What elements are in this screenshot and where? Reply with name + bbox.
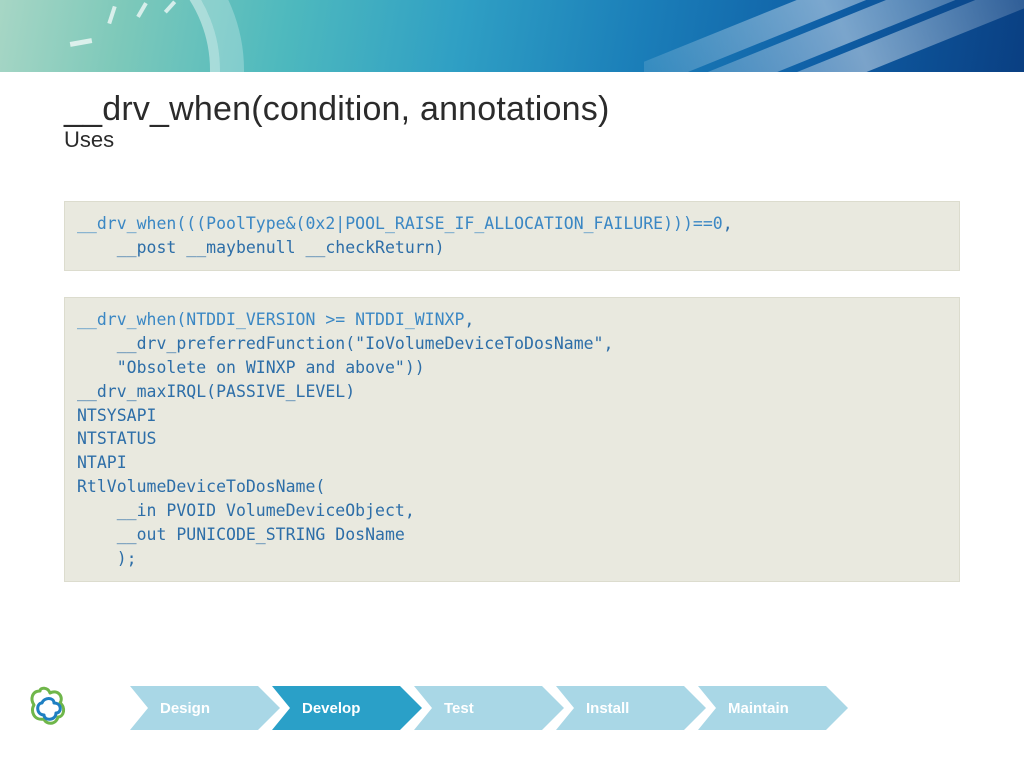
code-block-2: __drv_when(NTDDI_VERSION >= NTDDI_WINXP,… xyxy=(64,297,960,582)
code-line: __drv_preferredFunction("IoVolumeDeviceT… xyxy=(77,334,613,353)
slide-title: __drv_when(condition, annotations) xyxy=(64,90,960,129)
step-design: Design xyxy=(130,686,280,730)
code-line: __drv_maxIRQL(PASSIVE_LEVEL) xyxy=(77,382,355,401)
process-steps: Design Develop Test Install Maintain xyxy=(130,686,840,730)
code-line: __in PVOID VolumeDeviceObject, xyxy=(77,501,415,520)
step-label: Test xyxy=(444,700,474,717)
code-line: __drv_when(((PoolType&(0x2|POOL_RAISE_IF… xyxy=(77,214,723,233)
slide-content: __drv_when(condition, annotations) Uses … xyxy=(0,72,1024,582)
slide-subtitle: Uses xyxy=(64,127,960,153)
step-label: Design xyxy=(160,700,210,717)
code-line: , xyxy=(464,310,474,329)
code-line: __drv_when(NTDDI_VERSION >= NTDDI_WINXP xyxy=(77,310,464,329)
code-line: NTAPI xyxy=(77,453,127,472)
step-develop: Develop xyxy=(272,686,422,730)
code-line: NTSYSAPI xyxy=(77,406,156,425)
step-label: Install xyxy=(586,700,629,717)
step-install: Install xyxy=(556,686,706,730)
logo-icon xyxy=(26,685,66,734)
code-line: ); xyxy=(77,549,137,568)
footer: Design Develop Test Install Maintain xyxy=(0,676,1024,738)
code-block-1: __drv_when(((PoolType&(0x2|POOL_RAISE_IF… xyxy=(64,201,960,271)
step-label: Maintain xyxy=(728,700,789,717)
code-line: RtlVolumeDeviceToDosName( xyxy=(77,477,325,496)
code-line: , xyxy=(723,214,733,233)
code-line: "Obsolete on WINXP and above")) xyxy=(77,358,425,377)
step-maintain: Maintain xyxy=(698,686,848,730)
code-line: __post __maybenull __checkReturn) xyxy=(77,238,445,257)
step-test: Test xyxy=(414,686,564,730)
code-line: NTSTATUS xyxy=(77,429,156,448)
code-line: __out PUNICODE_STRING DosName xyxy=(77,525,405,544)
header-banner xyxy=(0,0,1024,72)
step-label: Develop xyxy=(302,700,360,717)
